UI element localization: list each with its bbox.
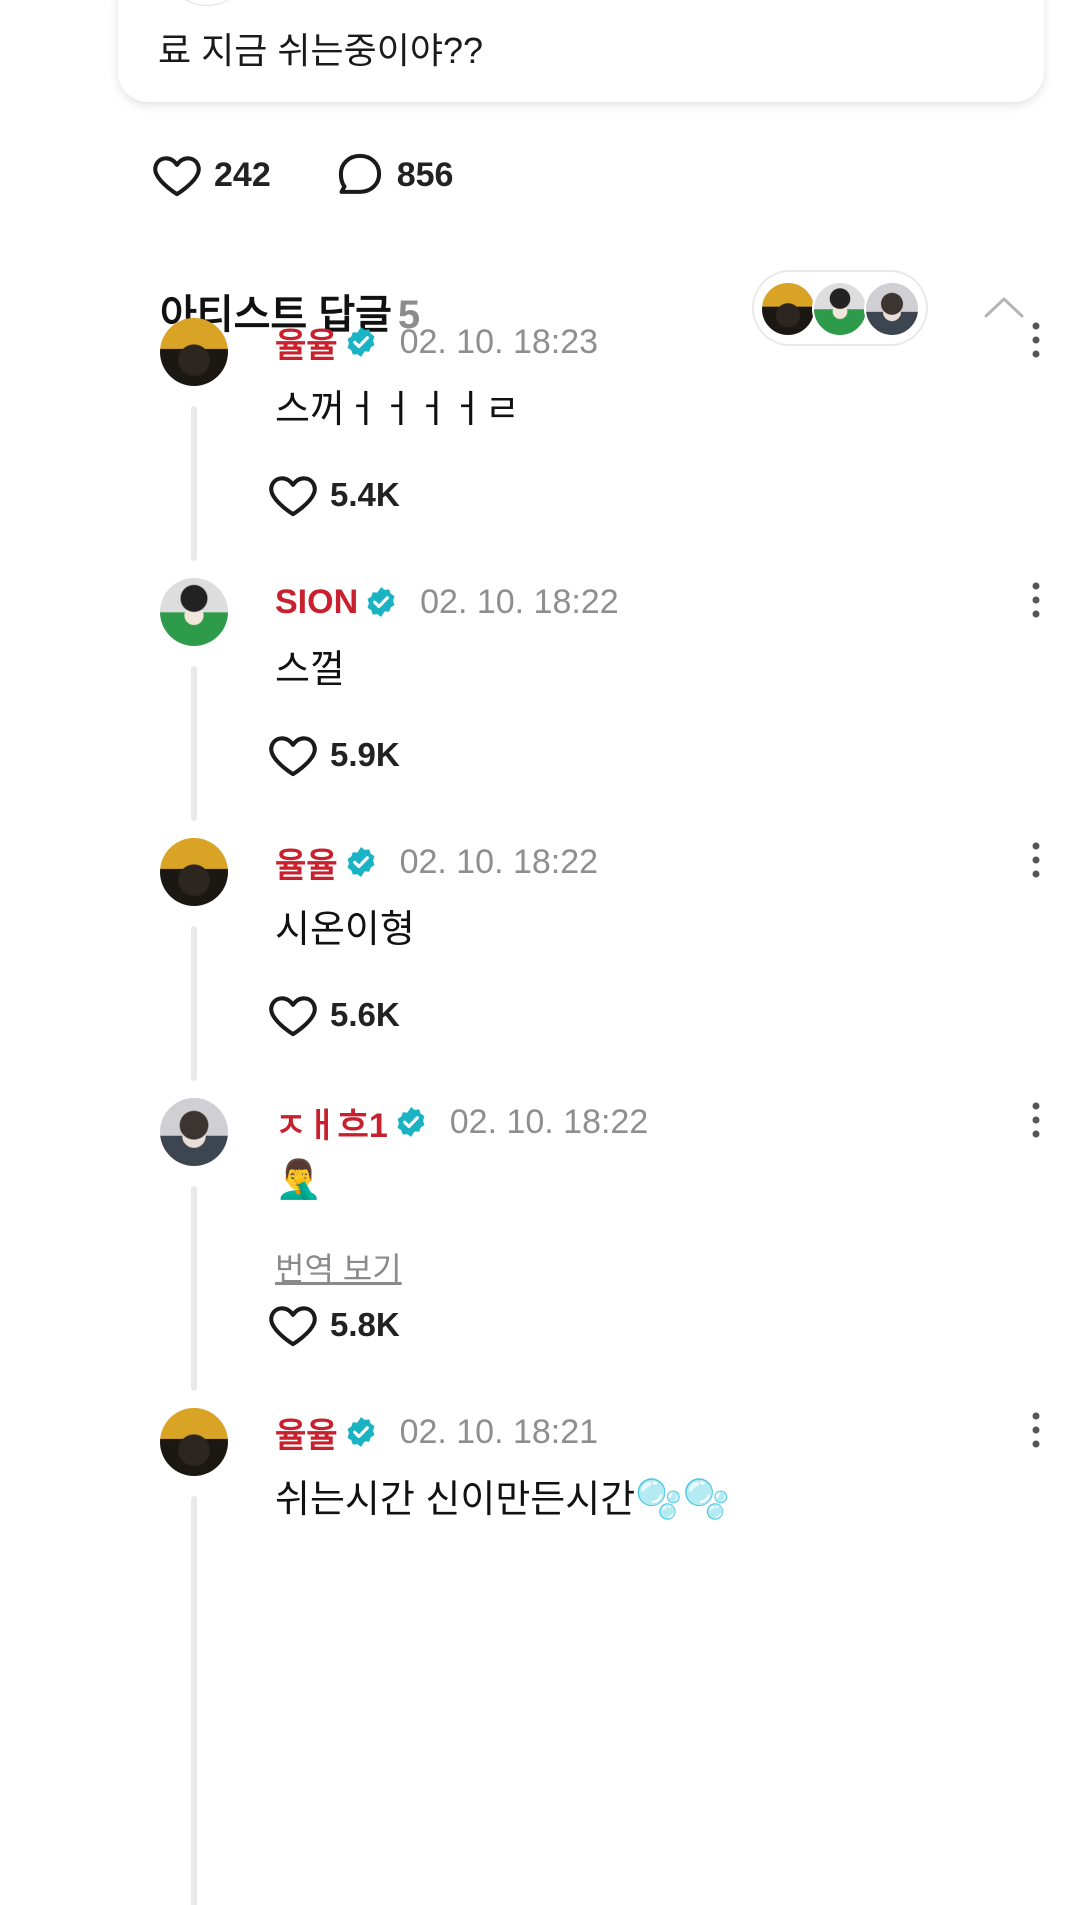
reply-header: 율율 02. 10. 18:21 <box>275 1408 599 1457</box>
reply-timestamp: 02. 10. 18:22 <box>449 1102 649 1141</box>
comment-bubble-icon <box>338 153 381 194</box>
avatar <box>760 281 816 337</box>
thread-line <box>191 666 197 821</box>
reply-text: 쉬는시간 신이만든시간🫧🫧 <box>275 1479 730 1521</box>
thread-line <box>191 1186 197 1391</box>
more-vertical-icon[interactable] <box>1026 578 1046 622</box>
avatar[interactable] <box>160 578 228 646</box>
reply-timestamp: 02. 10. 18:22 <box>420 582 619 621</box>
post-card: 료 지금 쉬는중이야?? <box>118 0 1044 102</box>
thread-line <box>191 406 197 561</box>
reply-text: 🤦‍♂️ <box>275 1159 323 1201</box>
reply-like-count: 5.9K <box>330 736 400 773</box>
reply-author[interactable]: 율율 <box>275 1408 338 1457</box>
avatar[interactable] <box>160 318 228 386</box>
reply-like-count: 5.4K <box>330 476 400 513</box>
reply-timestamp: 02. 10. 18:22 <box>399 842 599 881</box>
heart-icon <box>269 736 317 777</box>
post-author-avatar[interactable] <box>164 0 250 6</box>
reply-header: ㅈㅐ흐1 02. 10. 18:22 <box>275 1098 649 1147</box>
verified-badge-icon <box>367 587 395 617</box>
reply-author[interactable]: 율율 <box>275 838 338 887</box>
reply-author[interactable]: ㅈㅐ흐1 <box>275 1098 388 1147</box>
thread-line <box>191 1496 197 1905</box>
chevron-up-icon[interactable] <box>982 286 1026 330</box>
avatar[interactable] <box>160 1098 228 1166</box>
more-vertical-icon[interactable] <box>1026 318 1046 362</box>
reply-like-count: 5.8K <box>330 1306 400 1343</box>
reply-text: 시온이형 <box>275 909 415 951</box>
verified-badge-icon <box>397 1107 425 1137</box>
reply-like-button[interactable]: 5.8K <box>266 1298 400 1352</box>
reply-timestamp: 02. 10. 18:21 <box>399 1412 599 1451</box>
post-comment-count: 856 <box>396 155 454 194</box>
avatar <box>864 281 920 337</box>
reply-like-button[interactable]: 5.6K <box>266 988 400 1042</box>
reply-timestamp: 02. 10. 18:23 <box>399 322 599 361</box>
heart-icon <box>153 156 201 197</box>
reply-header: 율율 02. 10. 18:23 <box>275 318 599 367</box>
post-text: 료 지금 쉬는중이야?? <box>158 30 484 71</box>
avatar <box>812 281 868 337</box>
more-vertical-icon[interactable] <box>1026 1408 1046 1452</box>
reply-author[interactable]: 율율 <box>275 318 338 367</box>
more-vertical-icon[interactable] <box>1026 838 1046 882</box>
avatar[interactable] <box>160 838 228 906</box>
post-comment-button[interactable]: 856 <box>333 148 454 202</box>
reply-like-count: 5.6K <box>330 996 400 1033</box>
avatar[interactable] <box>160 1408 228 1476</box>
post-stats: 242 856 <box>150 145 515 205</box>
verified-badge-icon <box>347 847 375 877</box>
reply-header: 율율 02. 10. 18:22 <box>275 838 599 887</box>
reply-text: 스꺼ㅓㅓㅓㅓㄹ <box>275 389 520 431</box>
heart-icon <box>269 476 317 517</box>
post-like-button[interactable]: 242 <box>150 148 271 202</box>
more-vertical-icon[interactable] <box>1026 1098 1046 1142</box>
heart-icon <box>269 1306 317 1347</box>
reply-author[interactable]: SION <box>275 583 358 622</box>
reply-like-button[interactable]: 5.4K <box>266 468 400 522</box>
verified-badge-icon <box>347 1417 375 1447</box>
heart-icon <box>269 996 317 1037</box>
post-like-count: 242 <box>214 155 271 194</box>
reply-text: 스껄 <box>275 649 345 691</box>
artist-avatar-stack[interactable] <box>752 270 928 346</box>
translate-link[interactable]: 번역 보기 <box>275 1244 402 1290</box>
thread-line <box>191 926 197 1081</box>
reply-header: SION 02. 10. 18:22 <box>275 580 619 624</box>
reply-like-button[interactable]: 5.9K <box>266 728 400 782</box>
verified-badge-icon <box>347 327 375 357</box>
